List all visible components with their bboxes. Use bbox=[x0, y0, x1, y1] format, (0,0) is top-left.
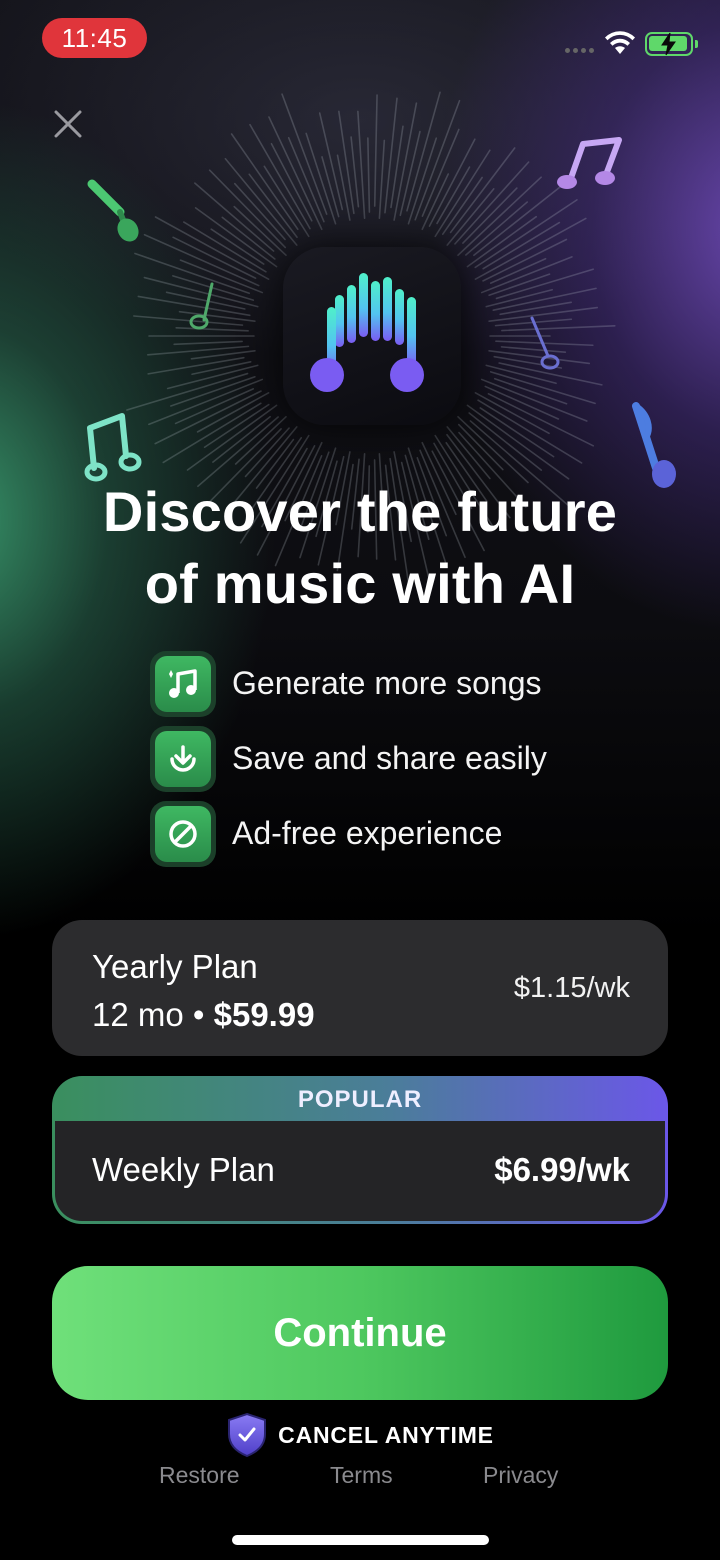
cancel-anytime: CANCEL ANYTIME bbox=[0, 1412, 720, 1458]
close-button[interactable] bbox=[48, 104, 88, 144]
shield-check-icon bbox=[228, 1412, 267, 1458]
continue-button[interactable]: Continue bbox=[52, 1266, 668, 1400]
continue-label: Continue bbox=[273, 1310, 447, 1355]
terms-link[interactable]: Terms bbox=[330, 1462, 393, 1489]
feature-label: Ad-free experience bbox=[232, 815, 503, 851]
music-note-icon bbox=[189, 282, 214, 330]
music-waveform-app-icon bbox=[283, 247, 461, 425]
plan-detail: 12 mo • $59.99 bbox=[92, 996, 315, 1034]
plan-separator: • bbox=[192, 996, 205, 1033]
restore-link[interactable]: Restore bbox=[159, 1462, 240, 1489]
weekly-plan-option[interactable]: POPULAR Weekly Plan $6.99/wk bbox=[52, 1076, 668, 1224]
wifi-icon bbox=[605, 31, 635, 54]
feature-item: Save and share easily bbox=[150, 721, 610, 796]
no-ads-icon bbox=[169, 819, 197, 848]
status-time-label: 11:45 bbox=[61, 22, 128, 53]
weekly-plan-body: Weekly Plan $6.99/wk bbox=[55, 1121, 665, 1221]
feature-item: Ad-free experience bbox=[150, 796, 610, 871]
home-indicator bbox=[232, 1535, 489, 1545]
double-music-note-icon bbox=[557, 137, 622, 189]
close-icon bbox=[54, 110, 82, 138]
feature-label: Generate more songs bbox=[232, 665, 542, 701]
headline-line-1: Discover the future bbox=[102, 480, 618, 543]
signal-dots-icon bbox=[565, 48, 594, 53]
paywall-screen: 11:45 Discover the future of music with … bbox=[0, 0, 720, 1560]
headline-line-2: of music with AI bbox=[144, 552, 576, 615]
music-note-icon bbox=[87, 179, 139, 242]
privacy-link[interactable]: Privacy bbox=[483, 1462, 558, 1489]
download-icon bbox=[170, 744, 196, 772]
plan-price: $6.99/wk bbox=[494, 1151, 630, 1188]
yearly-plan-option[interactable]: Yearly Plan 12 mo • $59.99 $1.15/wk bbox=[52, 920, 668, 1056]
plan-duration: 12 mo bbox=[92, 996, 184, 1033]
plan-name: Weekly Plan bbox=[92, 1151, 275, 1188]
feature-label: Save and share easily bbox=[232, 740, 547, 776]
feature-list: Generate more songs Save and share easil… bbox=[150, 646, 610, 871]
status-time: 11:45 bbox=[42, 18, 147, 58]
feature-item: Generate more songs bbox=[150, 646, 610, 721]
footer-links: Restore Terms Privacy bbox=[0, 1462, 720, 1494]
music-notes-icon bbox=[169, 668, 197, 698]
plan-weekly-price: $1.15/wk bbox=[513, 972, 630, 1004]
plan-name: Yearly Plan bbox=[92, 948, 258, 985]
headline: Discover the future of music with AI bbox=[0, 476, 720, 620]
battery-charging-icon bbox=[645, 32, 698, 56]
music-note-icon bbox=[530, 316, 560, 370]
cancel-anytime-label: CANCEL ANYTIME bbox=[278, 1421, 494, 1448]
double-music-note-icon bbox=[84, 413, 142, 482]
plan-total-price: $59.99 bbox=[213, 996, 315, 1033]
popular-badge: POPULAR bbox=[297, 1086, 423, 1113]
